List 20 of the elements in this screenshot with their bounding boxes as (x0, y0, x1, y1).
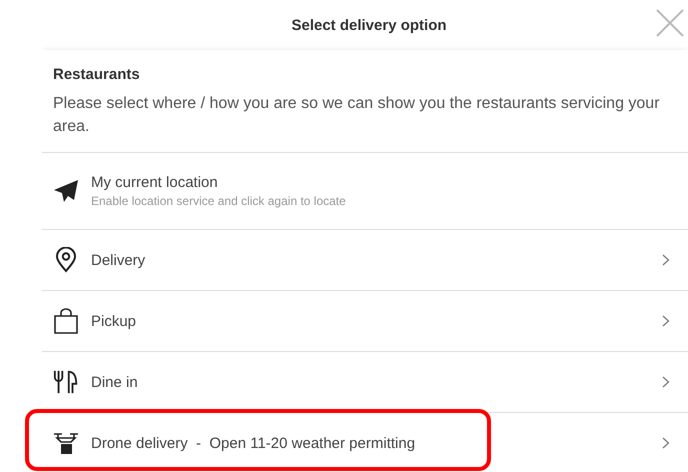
paper-plane-icon (53, 179, 79, 203)
option-label: Dine in (91, 374, 139, 390)
option-label: Pickup (91, 312, 138, 330)
delivery-option[interactable]: Pickup (42, 290, 688, 351)
drone-icon (53, 430, 79, 456)
dialog-title: Select delivery option (291, 16, 447, 34)
delivery-option[interactable]: Dine in (42, 351, 688, 412)
shopping-bag-icon (53, 308, 79, 334)
location-pin-icon (55, 247, 77, 273)
delivery-option[interactable]: Delivery (42, 229, 688, 290)
option-hint: Enable location service and click again to locate (91, 194, 347, 208)
section-description: Please select where / how you are so we can show you the restaurants servicing your area. (53, 94, 661, 137)
option-label: Drone delivery - Open 11-20 weather permitting (91, 434, 416, 452)
option-label: My current location (91, 174, 219, 191)
delivery-option[interactable]: My current location Enable location service and click again to locate (42, 152, 688, 229)
fork-knife-icon (53, 368, 79, 396)
option-label: Delivery (91, 252, 146, 268)
section-heading: Restaurants (53, 66, 141, 83)
close-icon[interactable] (656, 9, 684, 37)
delivery-option[interactable]: Drone delivery - Open 11-20 weather permitting (42, 412, 688, 472)
